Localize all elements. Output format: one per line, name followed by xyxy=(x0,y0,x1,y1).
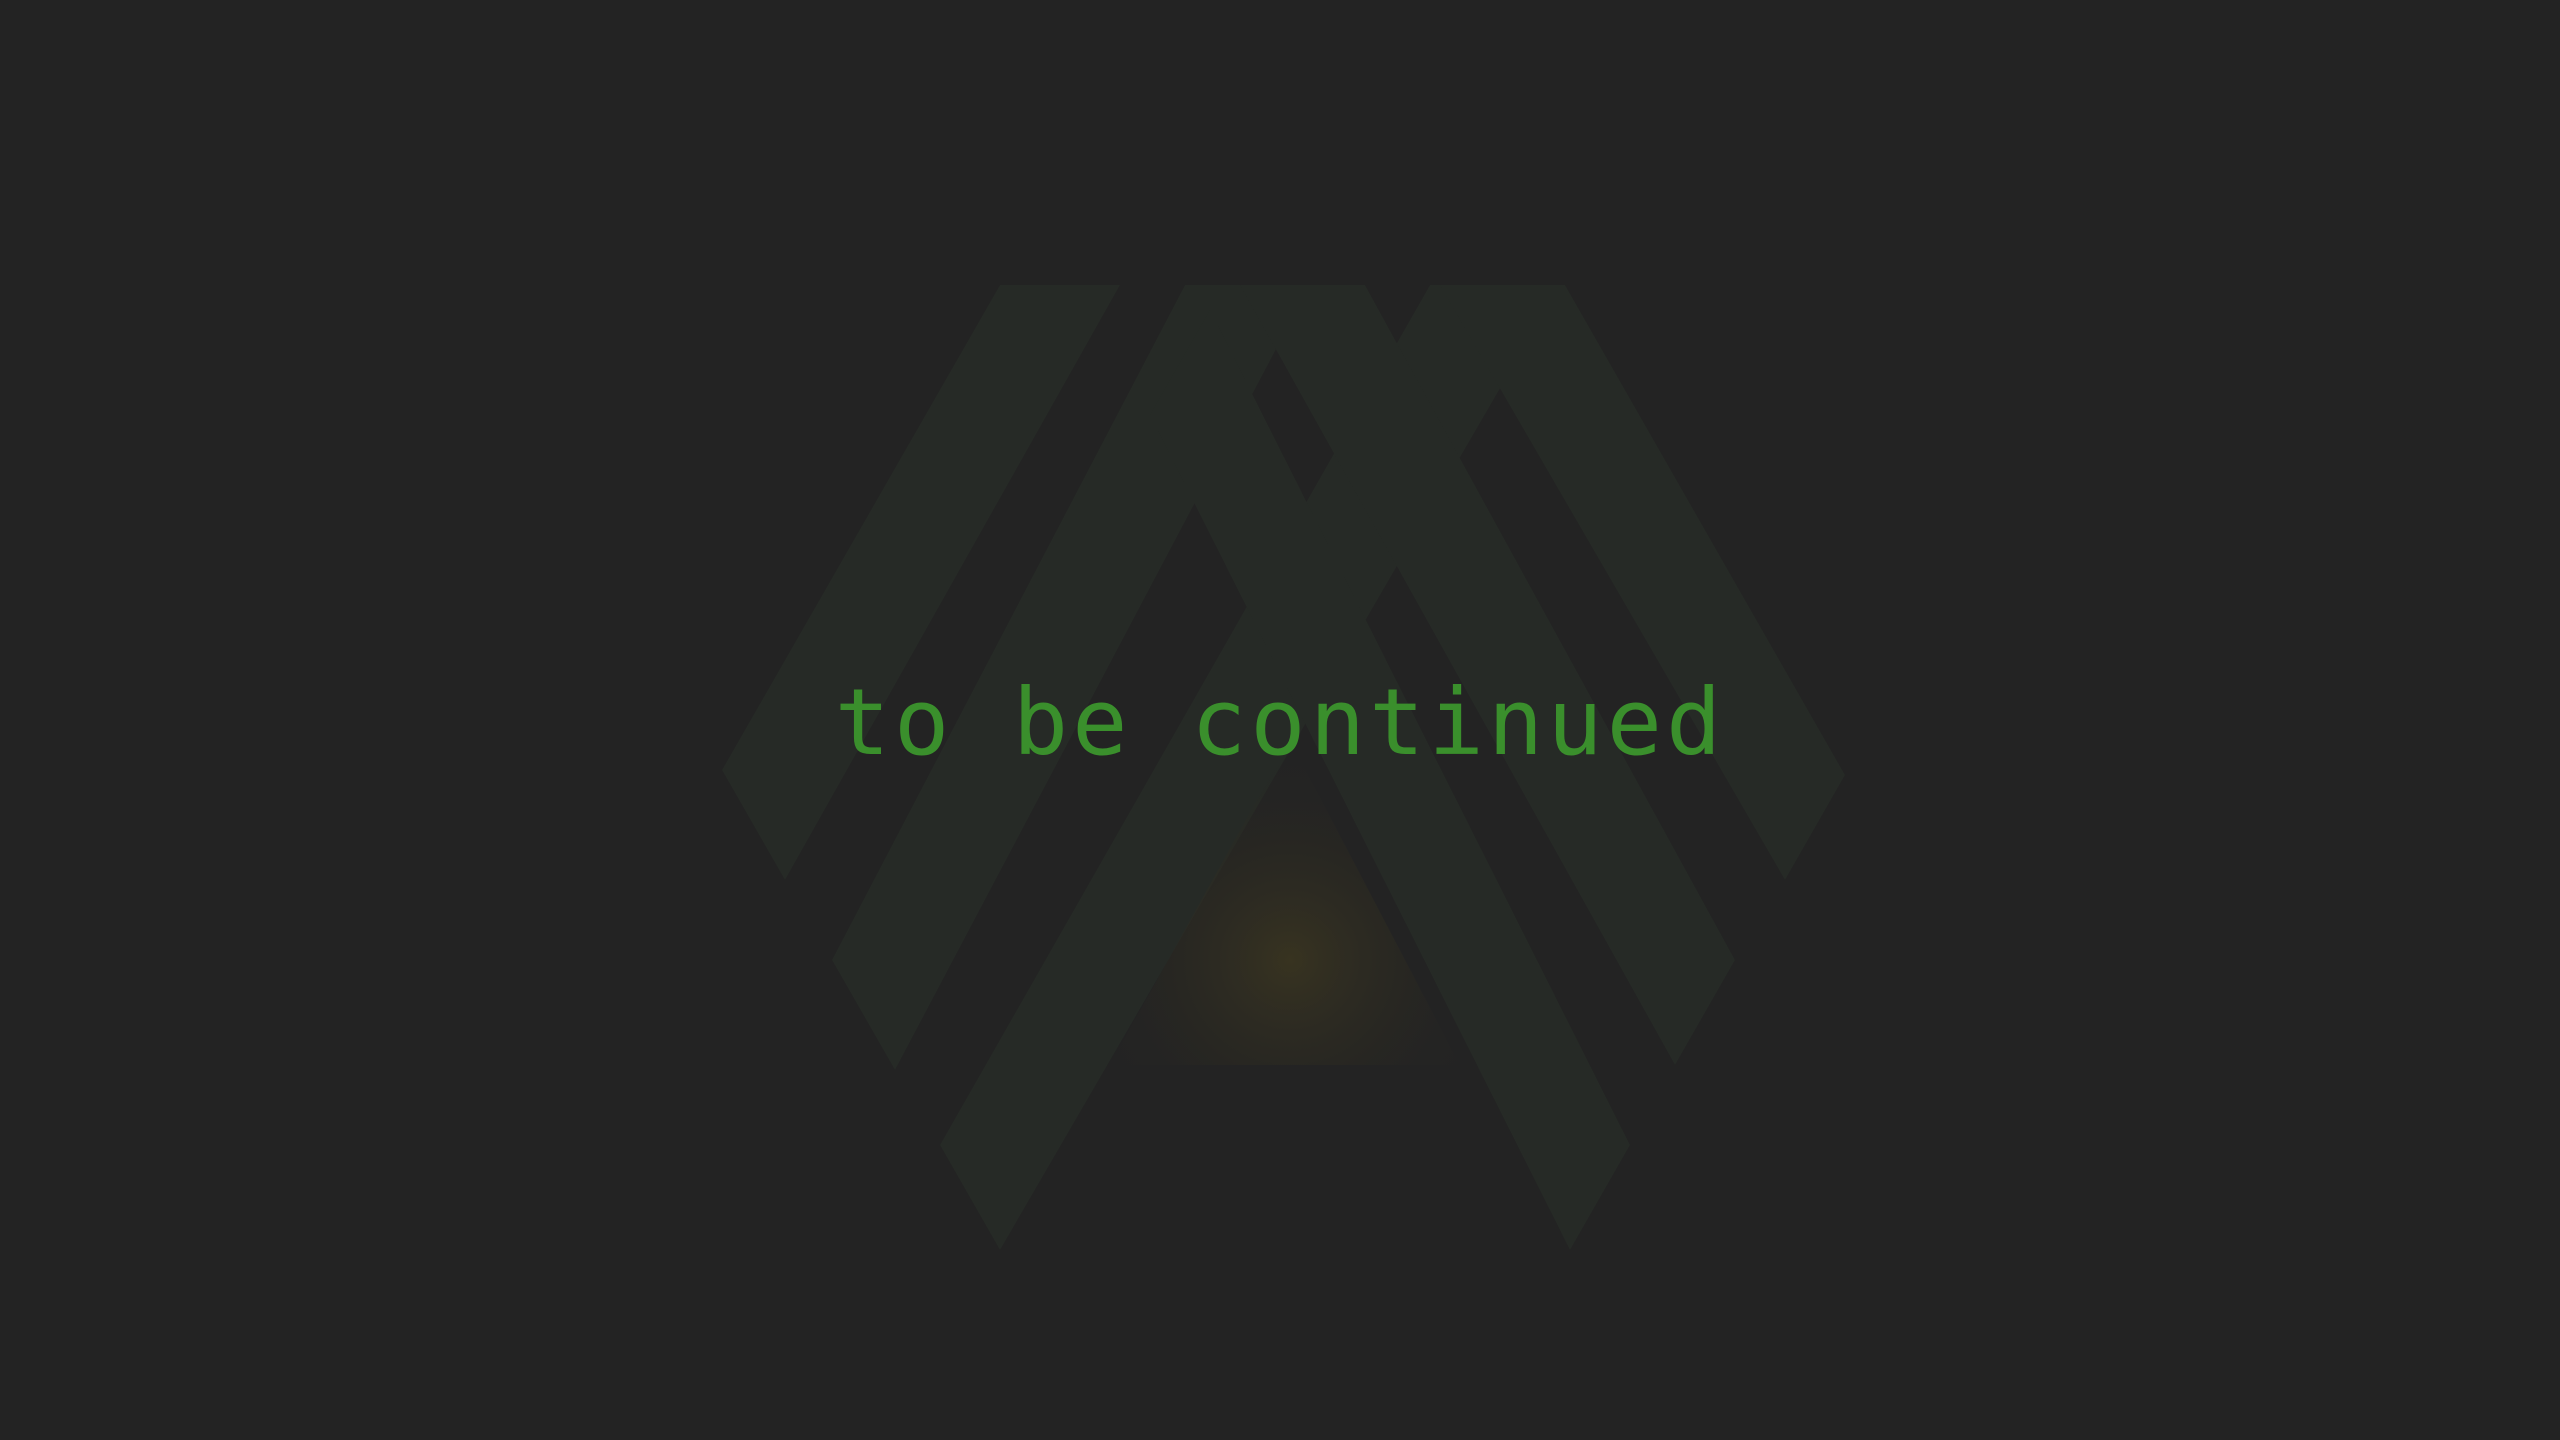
end-screen: to be continued xyxy=(0,0,2560,1440)
to-be-continued-text: to be continued xyxy=(834,669,1726,776)
